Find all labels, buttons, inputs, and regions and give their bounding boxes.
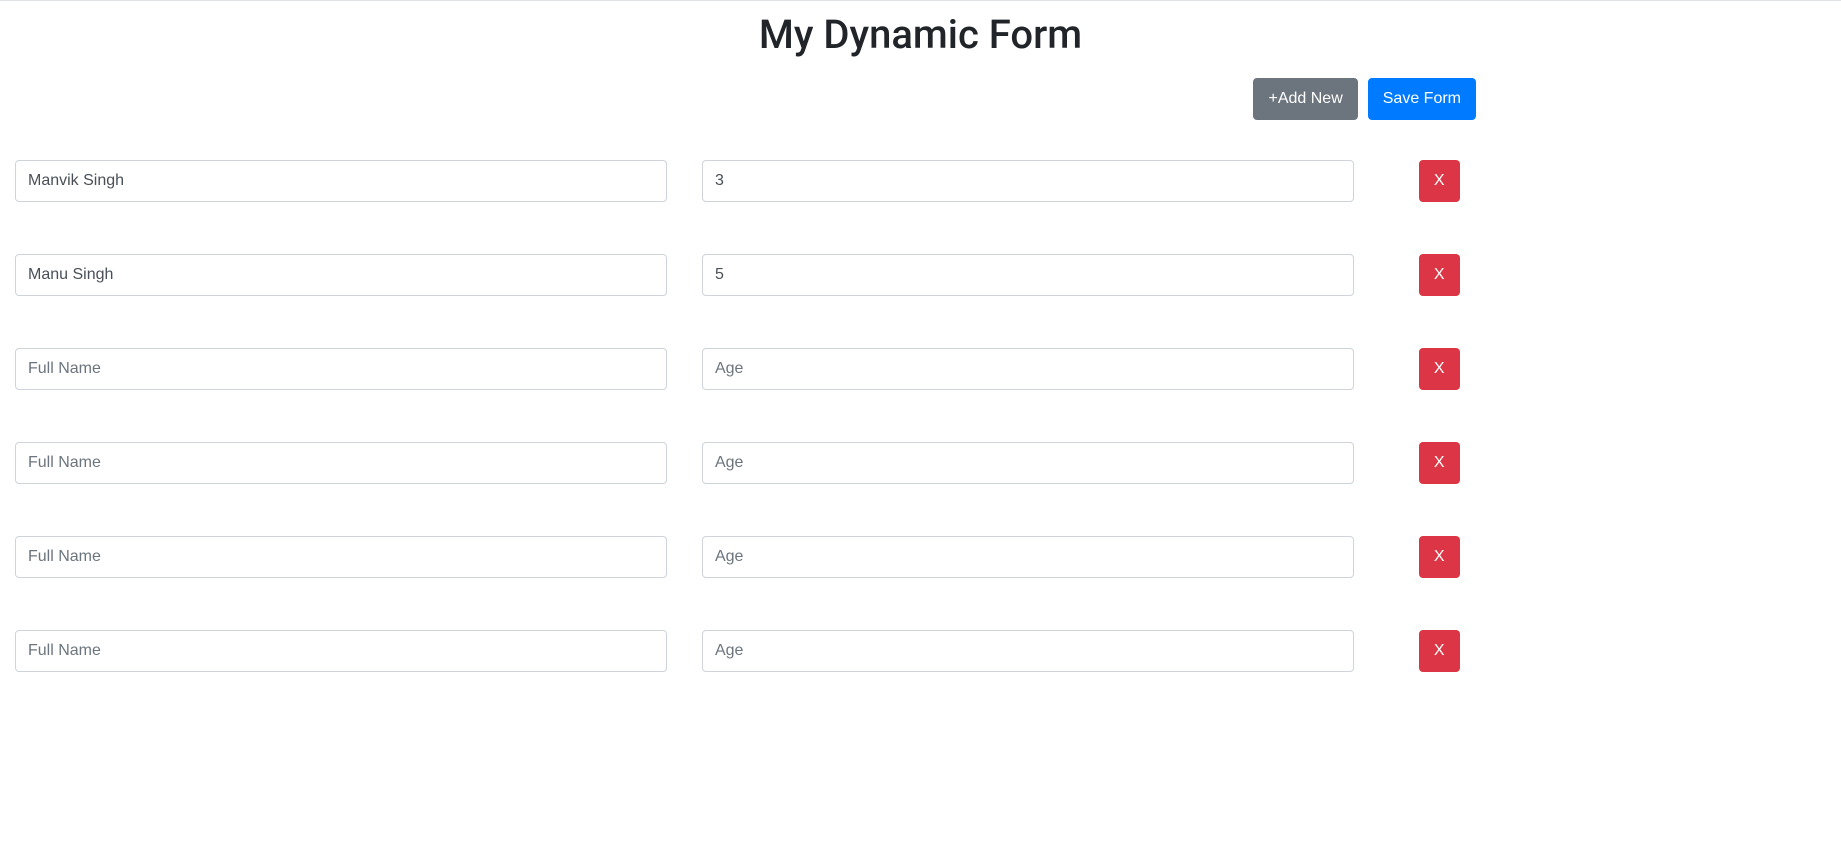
delete-row-button[interactable]: X [1419, 630, 1460, 672]
page-title: My Dynamic Form [15, 11, 1826, 58]
age-input[interactable] [702, 348, 1354, 390]
age-input[interactable] [702, 442, 1354, 484]
age-input[interactable] [702, 630, 1354, 672]
form-row: X [15, 254, 1826, 296]
delete-row-button[interactable]: X [1419, 160, 1460, 202]
save-form-button[interactable]: Save Form [1368, 78, 1476, 120]
full-name-input[interactable] [15, 630, 667, 672]
delete-row-button[interactable]: X [1419, 442, 1460, 484]
form-row: X [15, 536, 1826, 578]
form-row: X [15, 630, 1826, 672]
top-divider [0, 0, 1841, 1]
full-name-input[interactable] [15, 254, 667, 296]
full-name-input[interactable] [15, 442, 667, 484]
age-input[interactable] [702, 254, 1354, 296]
full-name-input[interactable] [15, 536, 667, 578]
toolbar: +Add New Save Form [15, 78, 1826, 120]
form-row: X [15, 348, 1826, 390]
age-input[interactable] [702, 536, 1354, 578]
add-new-button[interactable]: +Add New [1253, 78, 1357, 120]
full-name-input[interactable] [15, 160, 667, 202]
age-input[interactable] [702, 160, 1354, 202]
delete-row-button[interactable]: X [1419, 348, 1460, 390]
delete-row-button[interactable]: X [1419, 254, 1460, 296]
form-row: X [15, 160, 1826, 202]
full-name-input[interactable] [15, 348, 667, 390]
form-rows-container: X X X [15, 160, 1826, 672]
delete-row-button[interactable]: X [1419, 536, 1460, 578]
form-row: X [15, 442, 1826, 484]
